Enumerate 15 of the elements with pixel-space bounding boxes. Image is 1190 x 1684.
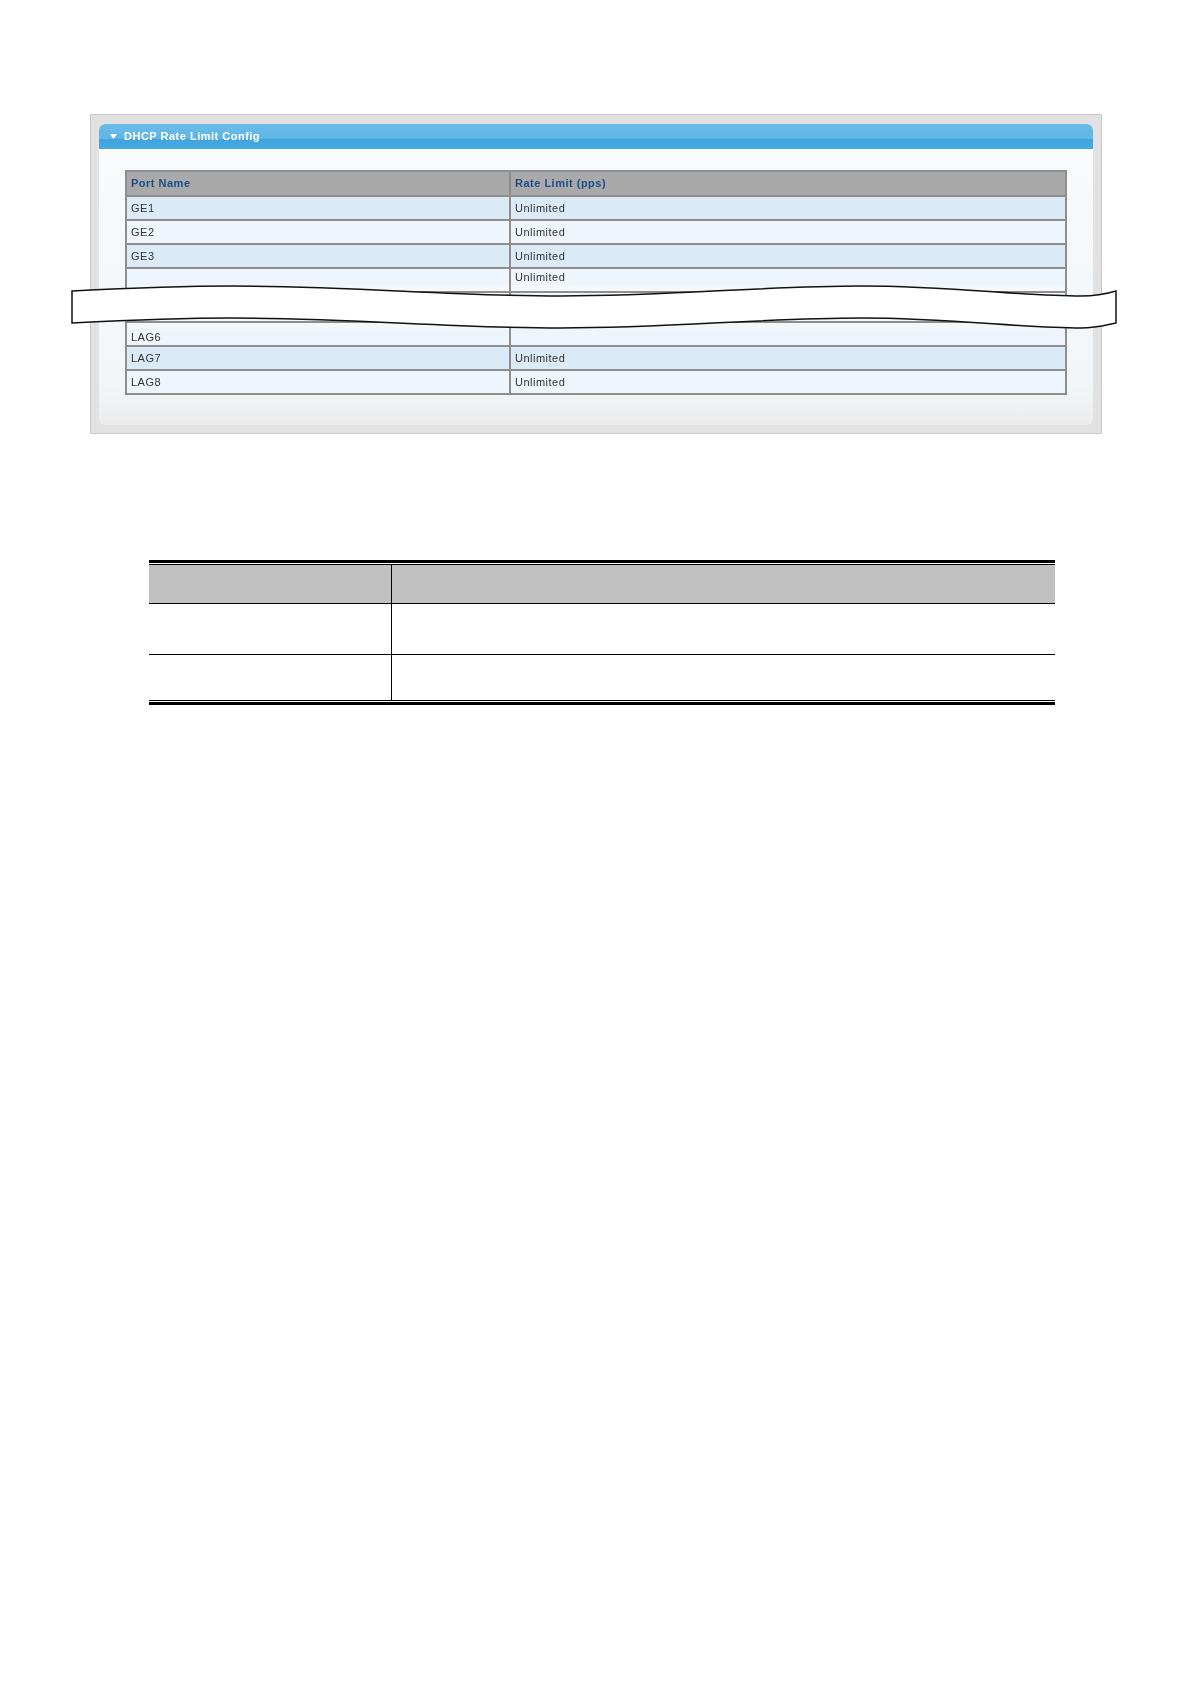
table-cell: Unlimited <box>509 371 1065 393</box>
table-cell: Unlimited <box>509 347 1065 369</box>
panel-header[interactable]: DHCP Rate Limit Config <box>99 124 1093 149</box>
table-cell: Unlimited <box>511 269 1065 285</box>
table-cell: GE3 <box>127 245 509 267</box>
table-cell: GE2 <box>127 221 509 243</box>
table-cell: Unlimited <box>509 197 1065 219</box>
table-cell: LAG7 <box>127 347 509 369</box>
table-cell: GE1 <box>127 197 509 219</box>
table-cell: Unlimited <box>509 245 1065 267</box>
table-header-cell: Port Name <box>127 172 509 195</box>
table-header-cell: Rate Limit (pps) <box>509 172 1065 195</box>
table-cell: Unlimited <box>509 221 1065 243</box>
table-cell: LAG6 <box>127 329 509 345</box>
table-cell: LAG8 <box>127 371 509 393</box>
